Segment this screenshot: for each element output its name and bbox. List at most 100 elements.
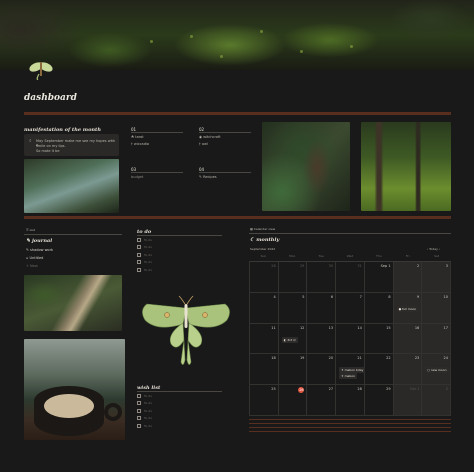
calendar-day-number: 20 — [328, 356, 334, 361]
checkbox[interactable] — [137, 393, 141, 398]
calendar-event-mabon[interactable]: ✦ mabon — [339, 373, 358, 380]
calendar-day-number: 8 — [388, 294, 391, 299]
weekday-label: Thu — [376, 254, 382, 258]
todo-item[interactable]: To-do — [137, 244, 222, 252]
checkbox[interactable] — [137, 416, 141, 421]
col-03-link-budget[interactable]: budget — [131, 175, 143, 179]
checkbox[interactable] — [137, 252, 141, 257]
calendar-day-cell[interactable]: 28 — [336, 385, 365, 416]
calendar-day-cell[interactable]: 14 — [336, 323, 365, 355]
calendar-event-full-moon[interactable]: ● full moon — [396, 305, 419, 312]
calendar-day-cell[interactable]: 4 — [250, 292, 279, 324]
wishlist-item[interactable]: To-do — [137, 415, 222, 423]
calendar-day-cell[interactable]: 28 — [250, 262, 279, 293]
manifestation-callout: ☾ May September make me see my hopes wit… — [24, 134, 119, 156]
calendar-day-number: 2 — [417, 264, 420, 268]
wishlist-item[interactable]: To-do — [137, 400, 222, 408]
calendar-day-number: 28 — [271, 264, 276, 268]
calendar-day-cell[interactable]: 3 — [422, 262, 451, 293]
calendar-day-number: 28 — [357, 387, 362, 392]
journal-heading: ✎ journal — [26, 238, 53, 244]
calendar-event-third-qtr[interactable]: ◐ 3rd Q — [281, 336, 298, 343]
calendar-day-cell[interactable]: 22 — [364, 354, 394, 386]
journal-entry-untitled[interactable]: ▫ Untitled — [26, 254, 43, 262]
calendar-day-number: Oct 1 — [409, 387, 420, 392]
col-01-link-wiccadia[interactable]: † wiccadia — [131, 142, 149, 146]
col-03-rule — [131, 172, 183, 173]
calendar-day-cell[interactable]: 24 ○ new moon — [422, 354, 451, 386]
calendar-day-cell[interactable]: 26 — [278, 385, 308, 416]
calendar-day-cell[interactable]: 21 ✦ mabon bday ✦ mabon — [336, 354, 366, 386]
todo-label: To-do — [144, 267, 153, 272]
list-view-rule — [24, 234, 122, 235]
calendar-nav: ‹ Today › — [427, 247, 440, 251]
calendar-day-cell[interactable]: 12 ◐ 3rd Q — [278, 323, 308, 355]
calendar-day-cell[interactable]: 10 — [422, 292, 451, 324]
calendar-day-cell[interactable]: 2 — [422, 385, 451, 416]
calendar-day-cell[interactable]: 19 — [278, 354, 308, 386]
checkbox[interactable] — [137, 245, 141, 250]
calendar-day-cell[interactable]: 9 ● full moon — [393, 292, 423, 324]
journal-new-button[interactable]: + New — [26, 262, 38, 270]
checkbox[interactable] — [137, 401, 141, 406]
calendar-day-cell[interactable]: 25 — [250, 385, 279, 416]
checkbox[interactable] — [137, 237, 141, 242]
luna-moth-icon[interactable] — [26, 56, 56, 82]
calendar-day-cell[interactable]: 13 — [307, 323, 337, 355]
calendar-view-tab[interactable]: ▦ Calendar view — [250, 227, 275, 231]
calendar-day-cell[interactable]: Oct 1 — [393, 385, 423, 416]
todo-item[interactable]: To-do — [137, 251, 222, 259]
calendar-day-cell[interactable]: 30 — [307, 262, 337, 293]
today-button[interactable]: Today — [429, 247, 438, 251]
checkbox[interactable] — [137, 423, 141, 428]
wishlist-item[interactable]: To-do — [137, 422, 222, 430]
calendar-tab-rule — [249, 233, 451, 234]
wishlist-item[interactable]: To-do — [137, 392, 222, 400]
journal-entry-shadow-work[interactable]: ✎ shadow work — [26, 246, 53, 254]
calendar-day-cell[interactable]: 2 — [393, 262, 423, 293]
calendar-day-cell[interactable]: 5 — [278, 292, 308, 324]
todo-item[interactable]: To-do — [137, 236, 222, 244]
col-04-link-recipes[interactable]: ✎ Recipes — [199, 175, 217, 179]
calendar-day-cell[interactable]: 11 — [250, 323, 279, 355]
calendar-day-cell[interactable]: 29 — [364, 385, 394, 416]
calendar-day-cell[interactable]: 16 — [393, 323, 423, 355]
col-01-link-tarot[interactable]: ☘ tarot — [131, 135, 144, 139]
weekday-label: Tue — [318, 254, 324, 258]
checkbox[interactable] — [137, 260, 141, 265]
calendar-day-cell[interactable]: 29 — [278, 262, 308, 293]
calendar-event-new-moon[interactable]: ○ new moon — [425, 367, 449, 374]
calendar-event-label: mabon bday — [344, 368, 364, 373]
calendar-grid: 28 29 30 31 Sep 1 2 3 4 5 6 7 8 9 ● full moon 10 11 12 ◐ … — [249, 261, 451, 416]
manifestation-quote-2: smile on my lips. — [36, 144, 66, 148]
chevron-right-icon[interactable]: › — [439, 247, 440, 251]
calendar-day-cell[interactable]: 27 — [307, 385, 337, 416]
coffee-mug-photo — [24, 339, 125, 440]
wishlist-item[interactable]: To-do — [137, 407, 222, 415]
calendar-day-number: 23 — [414, 356, 420, 361]
todo-item[interactable]: To-do — [137, 259, 222, 267]
dagger-icon: † — [131, 142, 133, 146]
bottom-rule-3 — [249, 427, 451, 428]
calendar-day-cell[interactable]: 17 — [422, 323, 451, 355]
checkbox[interactable] — [137, 408, 141, 413]
checkbox[interactable] — [137, 267, 141, 272]
calendar-day-cell[interactable]: Sep 1 — [364, 262, 394, 293]
todo-item[interactable]: To-do — [137, 266, 222, 274]
calendar-day-cell[interactable]: 15 — [364, 323, 394, 355]
calendar-day-cell[interactable]: 23 — [393, 354, 423, 386]
calendar-day-cell[interactable]: 7 — [336, 292, 365, 324]
todo-label: To-do — [144, 252, 153, 257]
calendar-day-cell[interactable]: 31 — [336, 262, 365, 293]
list-view-tab[interactable]: ☰ List — [26, 228, 35, 232]
calendar-day-cell[interactable]: 6 — [307, 292, 337, 324]
luna-moth-illustration — [137, 290, 235, 370]
leaf-icon: ☘ — [131, 135, 135, 139]
calendar-event-label: mabon — [344, 374, 356, 379]
calendar-event-label: full moon — [402, 306, 417, 311]
calendar-day-cell[interactable]: 8 — [364, 292, 394, 324]
calendar-day-cell[interactable]: 18 — [250, 354, 279, 386]
col-02-link-owl[interactable]: † owl — [199, 142, 208, 146]
col-02-link-witchcraft[interactable]: ◉ witchcraft — [199, 135, 221, 139]
calendar-day-cell[interactable]: 20 — [307, 354, 337, 386]
